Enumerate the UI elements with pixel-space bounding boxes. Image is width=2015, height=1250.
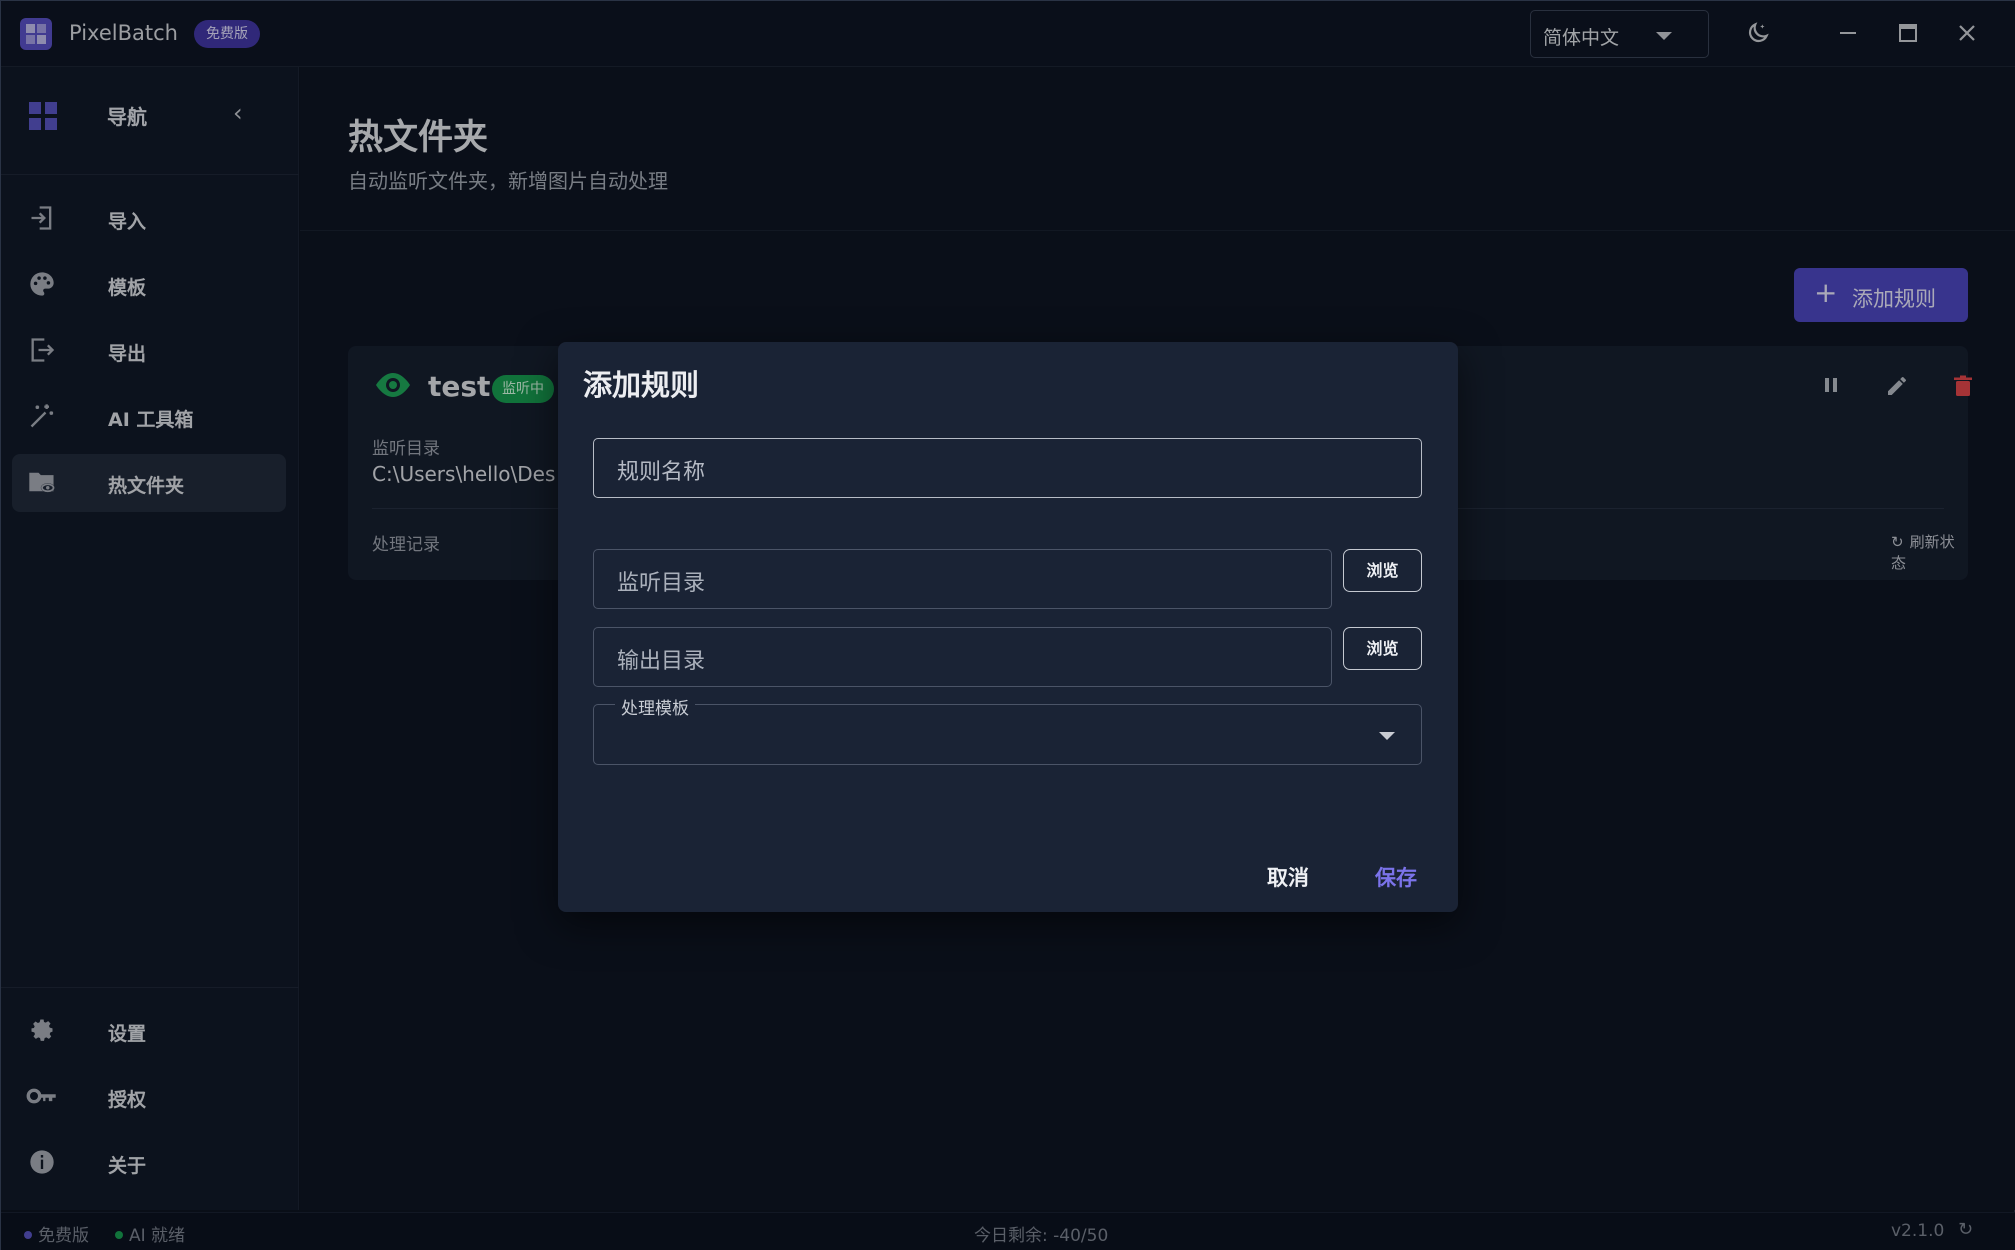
dialog-title: 添加规则 [583,368,700,402]
save-button[interactable]: 保存 [1375,862,1417,892]
rule-name-placeholder: 规则名称 [617,460,706,485]
output-dir-input[interactable]: 输出目录 [593,627,1332,687]
chevron-down-icon [1379,732,1395,740]
browse-output-dir-button[interactable]: 浏览 [1343,627,1422,670]
template-select[interactable] [593,704,1422,765]
browse-watch-dir-button[interactable]: 浏览 [1343,549,1422,592]
template-label: 处理模板 [615,694,695,719]
output-dir-placeholder: 输出目录 [617,649,706,674]
add-rule-dialog: 添加规则 规则名称 监听目录 浏览 输出目录 浏览 处理模板 取消 保存 [558,342,1458,912]
cancel-button[interactable]: 取消 [1267,862,1309,892]
watch-dir-input[interactable]: 监听目录 [593,549,1332,609]
rule-name-input[interactable]: 规则名称 [593,438,1422,498]
app-window: PixelBatch 免费版 简体中文 导航 ‹ 导入 模板 导出 AI 工具箱… [0,0,2015,1250]
watch-dir-placeholder: 监听目录 [617,571,706,596]
